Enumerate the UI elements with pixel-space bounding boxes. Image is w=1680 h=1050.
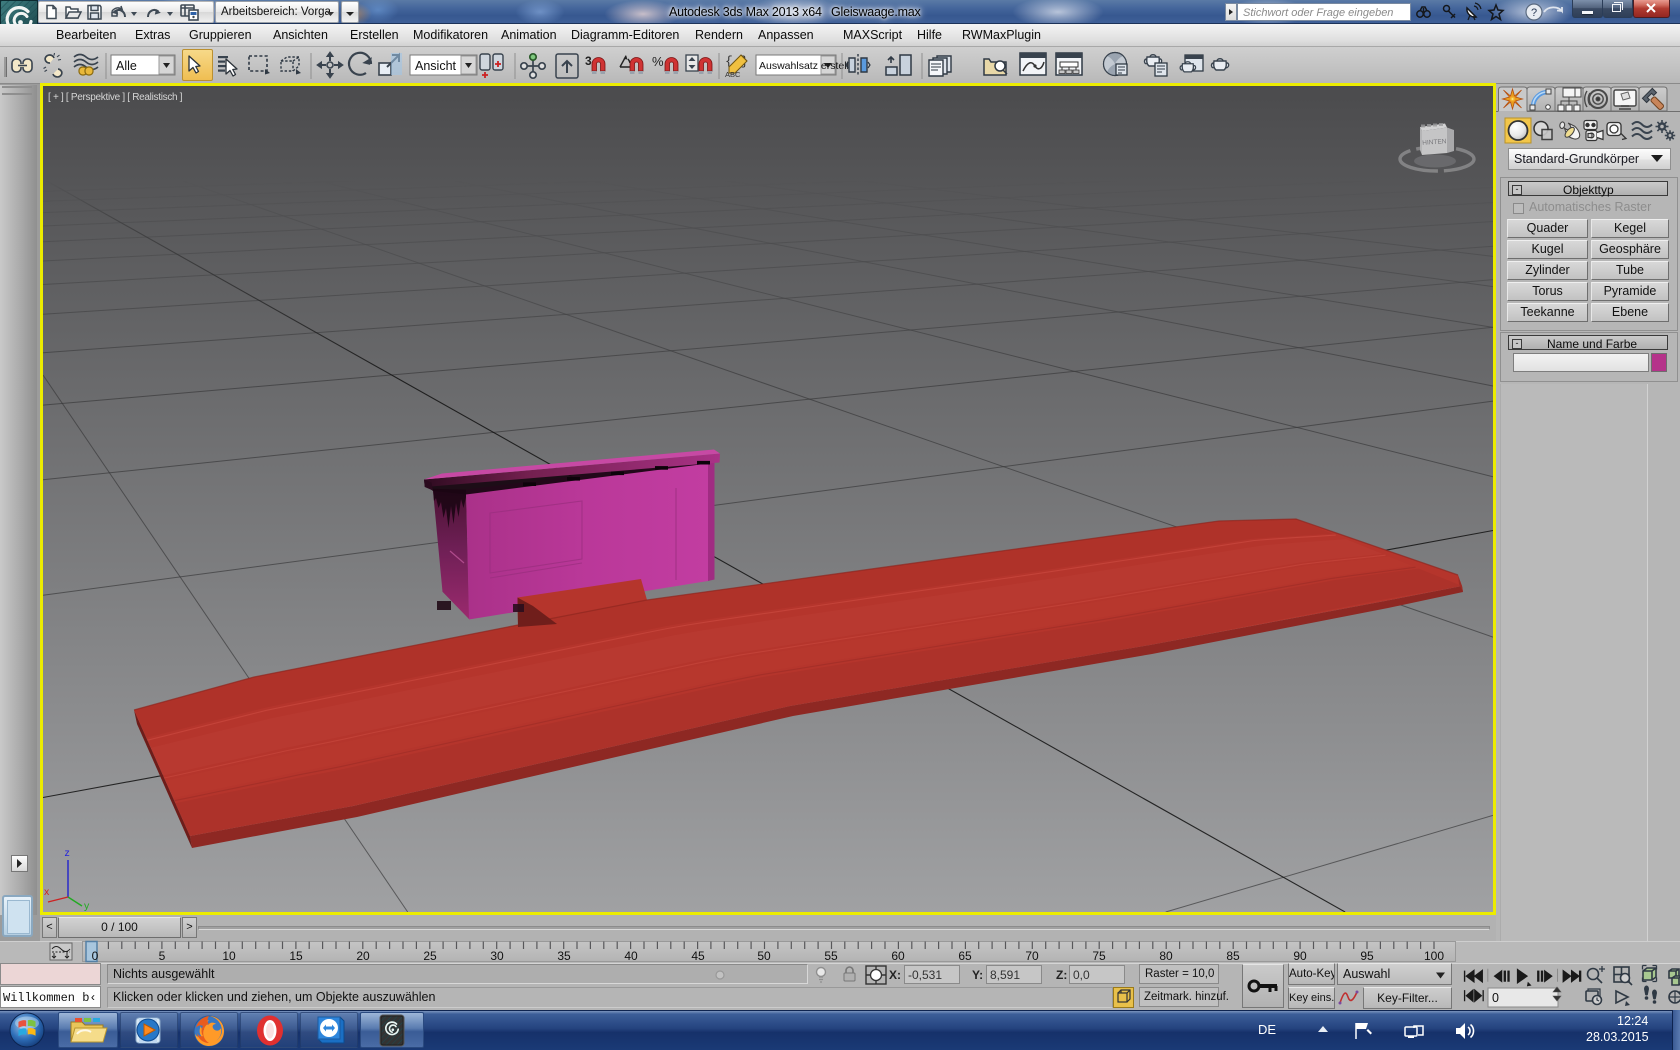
svg-text:z: z [65,847,70,859]
svg-text:x: x [44,886,50,898]
svg-text:Auswahlsatz erstelle: Auswahlsatz erstelle [759,60,855,72]
svg-text:3: 3 [585,54,592,68]
svg-text:Standard-Grundkörper: Standard-Grundkörper [1514,152,1639,166]
svg-text:Alle: Alle [116,59,137,73]
svg-text:Ansicht: Ansicht [415,59,457,73]
svg-text:ABC: ABC [725,70,741,79]
svg-text:y: y [84,900,90,912]
svg-text:0: 0 [1492,991,1499,1005]
svg-text:?: ? [1531,7,1537,19]
svg-text:[ + ] [ Perspektive ] [ Realis: [ + ] [ Perspektive ] [ Realistisch ] [48,92,183,103]
svg-text:%: % [652,54,664,69]
